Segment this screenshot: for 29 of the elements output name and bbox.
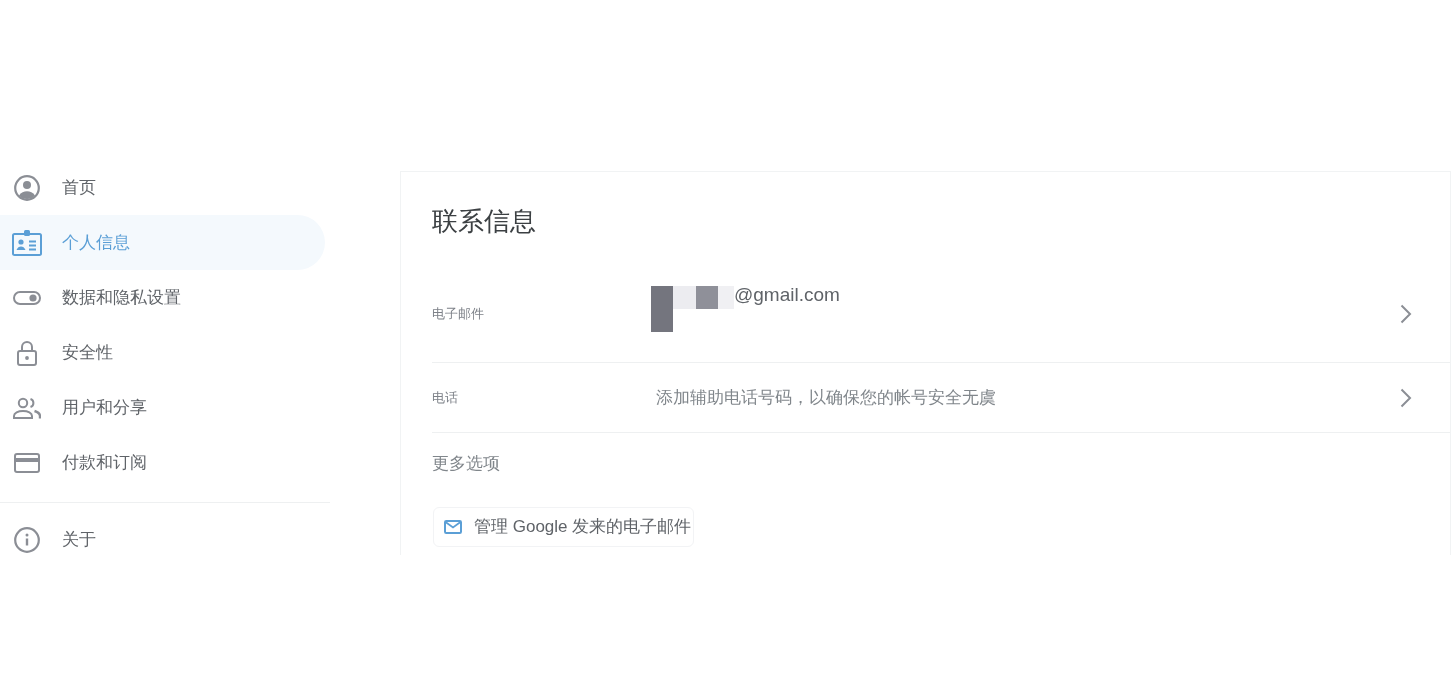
nav-label: 用户和分享: [62, 396, 147, 419]
phone-hint: 添加辅助电话号码，以确保您的帐号安全无虞: [656, 386, 996, 409]
nav-label: 安全性: [62, 341, 113, 364]
nav-item[interactable]: 付款和订阅: [0, 435, 325, 490]
field-label: 电话: [432, 388, 459, 407]
toggle-icon: [13, 290, 41, 305]
section-title: 联系信息: [432, 205, 537, 238]
nav-item[interactable]: 关于: [0, 512, 325, 567]
nav-label: 个人信息: [62, 231, 130, 254]
mail-icon: [444, 520, 462, 534]
manage-emails-link[interactable]: 管理 Google 发来的电子邮件: [433, 507, 695, 547]
nav-item[interactable]: 用户和分享: [0, 380, 325, 435]
nav-item[interactable]: 首页: [0, 160, 325, 215]
credit-card-icon: [14, 452, 40, 473]
nav-label: 关于: [62, 528, 96, 551]
field-label: 电子邮件: [432, 305, 485, 324]
account-circle-icon: [14, 174, 40, 201]
lock-icon: [17, 339, 37, 366]
id-card-icon: [12, 229, 42, 256]
nav-label: 数据和隐私设置: [62, 286, 181, 309]
people-icon: [13, 396, 41, 419]
nav-label: 付款和订阅: [62, 451, 147, 474]
more-options-heading: 更多选项: [432, 453, 501, 475]
nav-item[interactable]: 数据和隐私设置: [0, 270, 325, 325]
nav-label: 首页: [62, 176, 96, 199]
chevron-right-icon: [1400, 387, 1412, 408]
info-icon: [14, 526, 40, 553]
nav-item[interactable]: 安全性: [0, 325, 325, 380]
chevron-right-icon: [1400, 304, 1412, 324]
